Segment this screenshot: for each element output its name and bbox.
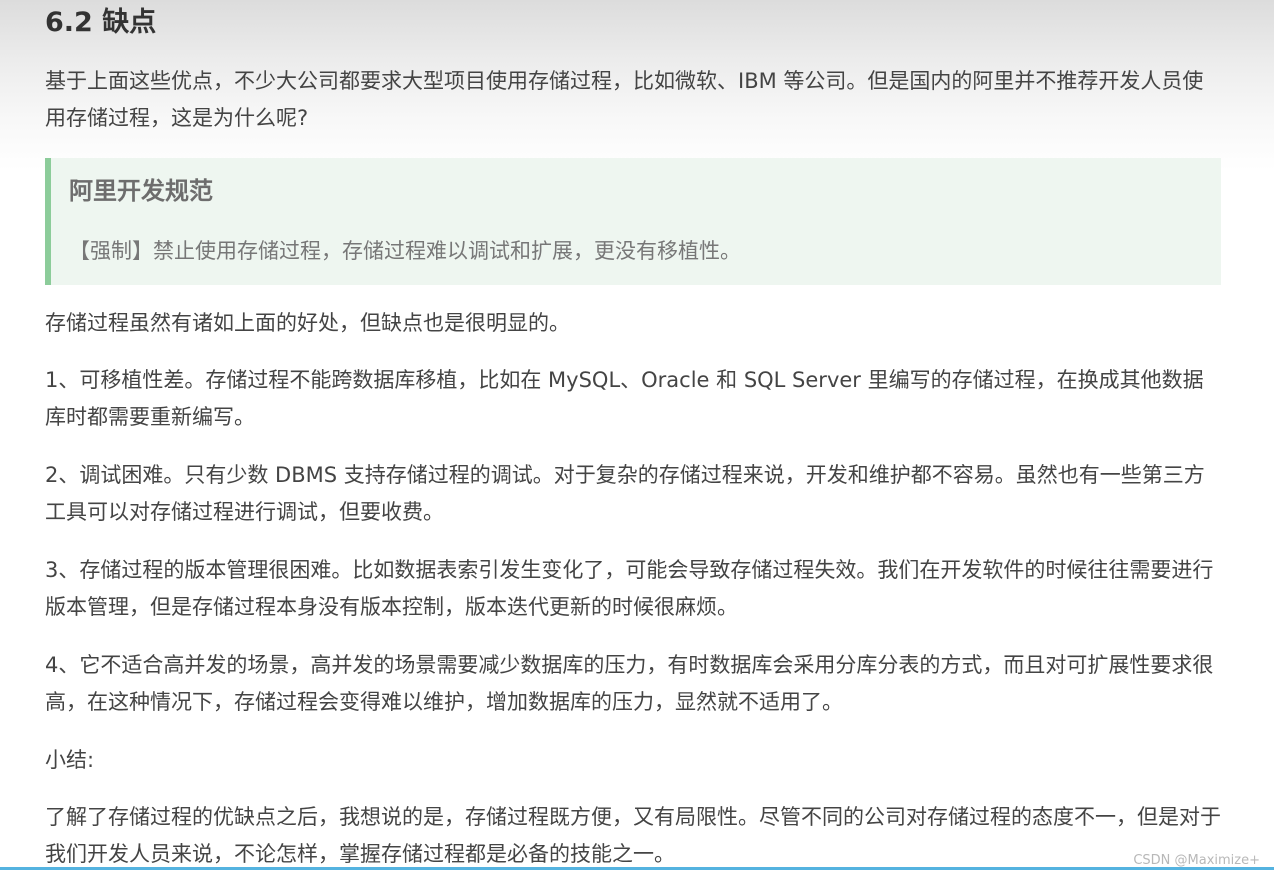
intro-paragraph: 基于上面这些优点，不少大公司都要求大型项目使用存储过程，比如微软、IBM 等公司… (45, 69, 1204, 130)
paragraph-summary: 存储过程虽然有诸如上面的好处，但缺点也是很明显的。 (45, 311, 570, 335)
paragraph-conclusion: 了解了存储过程的优缺点之后，我想说的是，存储过程既方便，又有局限性。尽管不同的公… (45, 805, 1221, 866)
paragraph-point-4: 4、它不适合高并发的场景，高并发的场景需要减少数据库的压力，有时数据库会采用分库… (45, 653, 1214, 714)
watermark: CSDN @Maximize+ (1133, 853, 1260, 868)
paragraph-conclusion-label: 小结: (45, 748, 95, 772)
blockquote-text: 【强制】禁止使用存储过程，存储过程难以调试和扩展，更没有移植性。 (69, 239, 741, 263)
blockquote: 阿里开发规范 【强制】禁止使用存储过程，存储过程难以调试和扩展，更没有移植性。 (45, 158, 1221, 285)
paragraph-point-2: 2、调试困难。只有少数 DBMS 支持存储过程的调试。对于复杂的存储过程来说，开… (45, 463, 1205, 524)
bottom-accent-line (0, 867, 1274, 870)
paragraph-point-1: 1、可移植性差。存储过程不能跨数据库移植，比如在 MySQL、Oracle 和 … (45, 368, 1204, 429)
paragraph-point-3: 3、存储过程的版本管理很困难。比如数据表索引发生变化了，可能会导致存储过程失效。… (45, 558, 1214, 619)
blockquote-title: 阿里开发规范 (69, 177, 213, 205)
section-heading: 6.2 缺点 (45, 7, 157, 38)
